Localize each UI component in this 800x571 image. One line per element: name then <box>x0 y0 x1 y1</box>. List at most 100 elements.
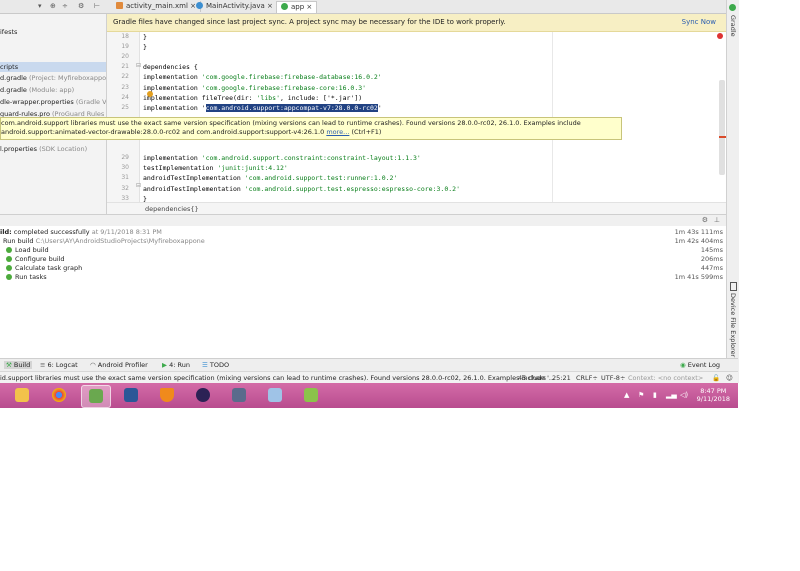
hide-panel-icon[interactable]: ⊢ <box>94 2 100 10</box>
project-item-name: d.gradle <box>0 86 27 94</box>
minimize-icon[interactable]: ⊥ <box>714 216 720 224</box>
tool-label: 6: Logcat <box>47 361 78 369</box>
logcat-tool-button[interactable]: ≡ 6: Logcat <box>40 361 78 369</box>
code-token: implementation <box>143 73 202 82</box>
line-number: 24 <box>121 93 129 101</box>
code-line[interactable]: implementation 'com.google.firebase:fire… <box>143 73 382 81</box>
code-line[interactable]: implementation fileTree(dir: 'libs', inc… <box>143 94 362 102</box>
success-icon <box>6 274 12 280</box>
build-row[interactable]: ild: completed successfully at 9/11/2018… <box>0 228 726 237</box>
line-number: 30 <box>121 164 129 172</box>
dropdown-icon[interactable]: ▾ <box>38 2 42 10</box>
device-icon[interactable] <box>730 282 737 291</box>
vlc-icon <box>160 388 174 402</box>
fold-icon[interactable]: ⊟ <box>136 182 141 189</box>
lint-tooltip: com.android.support libraries must use t… <box>0 117 622 140</box>
breadcrumb-item[interactable]: dependencies{} <box>145 205 199 213</box>
sync-target-icon[interactable]: ⊕ <box>50 2 56 10</box>
build-time: 447ms <box>700 264 723 272</box>
project-item[interactable]: d.gradle (Module: app) <box>0 85 74 95</box>
close-icon[interactable]: × <box>306 3 312 11</box>
logcat-icon: ≡ <box>40 361 48 369</box>
close-icon[interactable]: × <box>267 2 273 10</box>
project-item[interactable]: cripts <box>0 62 106 72</box>
gradle-sync-banner: Gradle files have changed since last pro… <box>107 14 726 32</box>
notes-button[interactable] <box>261 385 289 406</box>
line-number: 21 <box>121 63 129 71</box>
collapse-icon[interactable]: ÷ <box>62 2 68 10</box>
editor-scrollbar[interactable] <box>719 80 725 175</box>
line-separator[interactable]: CRLF÷ <box>576 374 598 382</box>
line-number: 33 <box>121 194 129 202</box>
lock-icon[interactable]: 🔓 <box>712 374 720 382</box>
code-line[interactable]: implementation 'com.google.firebase:fire… <box>143 84 366 92</box>
tool-label: Event Log <box>687 361 721 369</box>
tooltip-text: android.support:animated-vector-drawable… <box>1 128 325 136</box>
build-tool-button[interactable]: ⚒ Build <box>4 361 33 369</box>
cursor-position[interactable]: 25:21 <box>552 374 571 382</box>
code-token: implementation fileTree(dir: <box>143 93 257 102</box>
code-line[interactable]: androidTestImplementation 'com.android.s… <box>143 174 397 182</box>
android-studio-icon <box>89 389 103 403</box>
file-explorer-button[interactable] <box>8 385 36 406</box>
eclipse-button[interactable] <box>189 385 217 406</box>
file-encoding[interactable]: UTF-8÷ <box>601 374 625 382</box>
project-item-name: ifests <box>0 28 18 36</box>
build-label: ild: <box>0 228 12 236</box>
more-link[interactable]: more... <box>326 128 349 136</box>
battery-icon[interactable]: ▮ <box>653 391 657 399</box>
build-row[interactable]: Calculate task graph 447ms <box>6 264 726 273</box>
error-indicator-icon[interactable] <box>717 33 723 39</box>
todo-tool-button[interactable]: ☰ TODO <box>202 361 229 369</box>
build-label: Configure build <box>15 255 65 263</box>
fold-icon[interactable]: ⊟ <box>136 62 141 69</box>
android-studio-button[interactable] <box>81 385 111 408</box>
profiler-tool-button[interactable]: ◠ Android Profiler <box>90 361 148 369</box>
code-line[interactable]: implementation 'com.android.support.cons… <box>143 154 421 162</box>
error-stripe-marker[interactable] <box>719 136 726 138</box>
event-log-icon: ◉ <box>680 361 688 369</box>
device-file-explorer-button[interactable]: Device File Explorer <box>729 293 737 357</box>
chart-app-button[interactable] <box>297 385 325 406</box>
code-line[interactable]: androidTestImplementation 'com.android.s… <box>143 185 460 193</box>
vlc-button[interactable] <box>153 385 181 406</box>
code-line[interactable]: testImplementation 'junit:junit:4.12' <box>143 164 288 172</box>
database-tool-button[interactable] <box>225 385 253 406</box>
bulb-icon[interactable] <box>147 91 153 97</box>
word-button[interactable] <box>117 385 145 406</box>
tab-activity-main[interactable]: activity_main.xml × <box>112 1 202 12</box>
clock-time: 8:47 PM <box>700 387 727 395</box>
code-line[interactable]: implementation 'com.android.support:appc… <box>143 103 382 112</box>
project-item[interactable]: l.properties (SDK Location) <box>0 144 87 154</box>
run-tool-button[interactable]: ▶ 4: Run <box>162 361 190 369</box>
code-line[interactable]: } <box>143 33 147 41</box>
build-row[interactable]: Load build 145ms <box>6 246 726 255</box>
gear-icon[interactable]: ⚙ <box>702 216 708 224</box>
build-row[interactable]: Run build C:\Users\AY\AndroidStudioProje… <box>3 237 726 246</box>
context-indicator[interactable]: Context: <no context> <box>628 374 703 382</box>
chrome-button[interactable] <box>45 385 73 406</box>
success-icon <box>6 265 12 271</box>
system-clock[interactable]: 8:47 PM 9/11/2018 <box>697 387 730 403</box>
gradle-icon[interactable] <box>729 4 736 11</box>
volume-icon[interactable]: ◁) <box>680 391 688 399</box>
event-log-button[interactable]: ◉ Event Log <box>680 361 720 369</box>
code-line[interactable]: dependencies { <box>143 63 198 71</box>
tab-app[interactable]: app × <box>276 1 318 13</box>
gradle-tool-button[interactable]: Gradle <box>729 15 737 37</box>
inspector-icon[interactable]: ☺ <box>726 374 733 382</box>
network-icon[interactable]: ▂▄ <box>666 391 677 399</box>
tooltip-line-2: android.support:animated-vector-drawable… <box>1 127 381 137</box>
flag-icon[interactable]: ⚑ <box>638 391 644 399</box>
build-row[interactable]: Run tasks 1m 41s 599ms <box>6 273 726 282</box>
project-item[interactable]: d.gradle (Project: Myfireboxappone) <box>0 73 106 83</box>
build-row[interactable]: Configure build 206ms <box>6 255 726 264</box>
code-line[interactable]: } <box>143 43 147 51</box>
project-item[interactable]: dle-wrapper.properties (Gradle Versio <box>0 97 107 107</box>
tray-overflow-icon[interactable]: ▲ <box>624 391 629 399</box>
project-item-detail: (Gradle Versio <box>75 98 107 106</box>
sync-now-link[interactable]: Sync Now <box>682 14 716 31</box>
tab-main-activity[interactable]: MainActivity.java × <box>192 1 278 12</box>
gear-icon[interactable]: ⚙ <box>78 2 84 10</box>
project-item[interactable]: ifests <box>0 27 17 37</box>
